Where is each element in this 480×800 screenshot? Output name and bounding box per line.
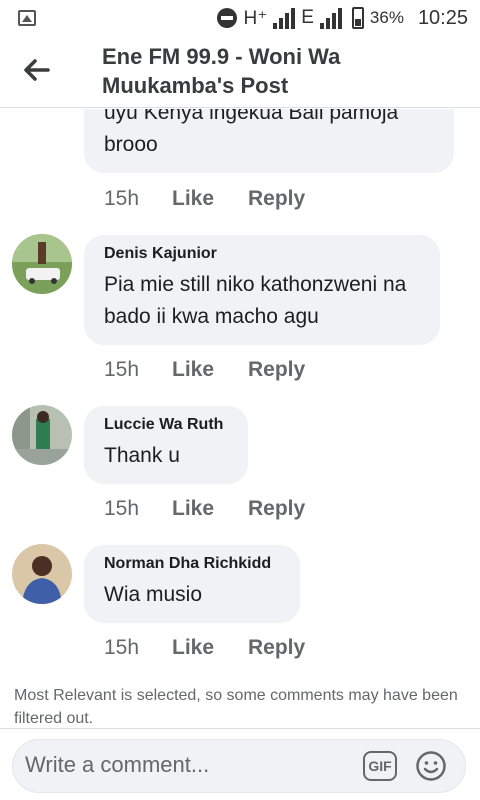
page-title: Ene FM 99.9 - Woni Wa Muukamba's Post xyxy=(102,44,341,98)
filter-notice: Most Relevant is selected, so some comme… xyxy=(14,687,458,727)
comment-bubble: Denis Kajunior Pia mie still niko kathon… xyxy=(84,235,440,345)
battery-icon xyxy=(351,7,364,29)
comment-bubble: Norman Dha Richkidd Wia musio xyxy=(84,545,300,623)
avatar[interactable] xyxy=(12,544,72,604)
comment-input[interactable]: Write a comment... xyxy=(25,752,209,778)
status-bar: H⁺ E 36% 10:25 xyxy=(0,0,480,36)
avatar[interactable] xyxy=(12,234,72,294)
comment-author[interactable]: Norman Dha Richkidd xyxy=(104,555,280,573)
comment-text: Thank u xyxy=(104,444,180,467)
reply-button[interactable]: Reply xyxy=(248,497,305,527)
avatar[interactable] xyxy=(12,405,72,465)
comment-composer: Write a comment... GIF xyxy=(0,728,480,800)
comment-actions: 15h Like Reply xyxy=(104,636,305,666)
reply-button[interactable]: Reply xyxy=(248,358,305,388)
comment-time: 15h xyxy=(104,187,140,210)
battery-percentage: 36% xyxy=(369,8,404,27)
comment-author[interactable]: Denis Kajunior xyxy=(104,245,420,263)
reply-button[interactable]: Reply xyxy=(248,187,305,217)
comment-actions: 15h Like Reply xyxy=(104,358,305,388)
clock: 10:25 xyxy=(417,6,468,29)
comment-text: Pia mie still niko kathonzweni na bado i… xyxy=(104,273,407,328)
comment-text: Wia musio xyxy=(104,583,203,606)
signal-icon xyxy=(273,7,296,29)
like-button[interactable]: Like xyxy=(172,636,248,666)
comment-time: 15h xyxy=(104,497,140,520)
do-not-disturb-icon xyxy=(217,8,238,28)
comment-bubble: Luccie Wa Ruth Thank u xyxy=(84,406,248,484)
reply-button[interactable]: Reply xyxy=(248,636,305,666)
comment-bubble: uyu Kenya ingekua Bali pamoja brooo xyxy=(84,109,454,173)
comment-text: uyu Kenya ingekua Bali pamoja brooo xyxy=(104,109,399,156)
comment-actions: 15h Like Reply xyxy=(104,497,305,527)
comment-list[interactable]: uyu Kenya ingekua Bali pamoja brooo 15h … xyxy=(0,109,480,727)
comment-time: 15h xyxy=(104,636,140,659)
image-notification-icon xyxy=(18,10,36,26)
like-button[interactable]: Like xyxy=(172,187,248,217)
network-type-2: E xyxy=(301,7,314,28)
gif-button[interactable]: GIF xyxy=(363,751,397,781)
comment-actions: 15h Like Reply xyxy=(104,187,305,217)
like-button[interactable]: Like xyxy=(172,497,248,527)
status-icons: H⁺ E 36% 10:25 xyxy=(217,4,468,32)
network-type-1: H⁺ xyxy=(243,7,268,29)
comment-time: 15h xyxy=(104,358,140,381)
like-button[interactable]: Like xyxy=(172,358,248,388)
emoji-icon[interactable] xyxy=(415,750,447,782)
back-arrow-icon[interactable] xyxy=(20,54,52,86)
post-header: Ene FM 99.9 - Woni Wa Muukamba's Post xyxy=(0,36,480,108)
signal-icon-2 xyxy=(319,7,342,29)
comment-author[interactable]: Luccie Wa Ruth xyxy=(104,416,228,434)
comment-input-box[interactable]: Write a comment... GIF xyxy=(12,739,466,793)
